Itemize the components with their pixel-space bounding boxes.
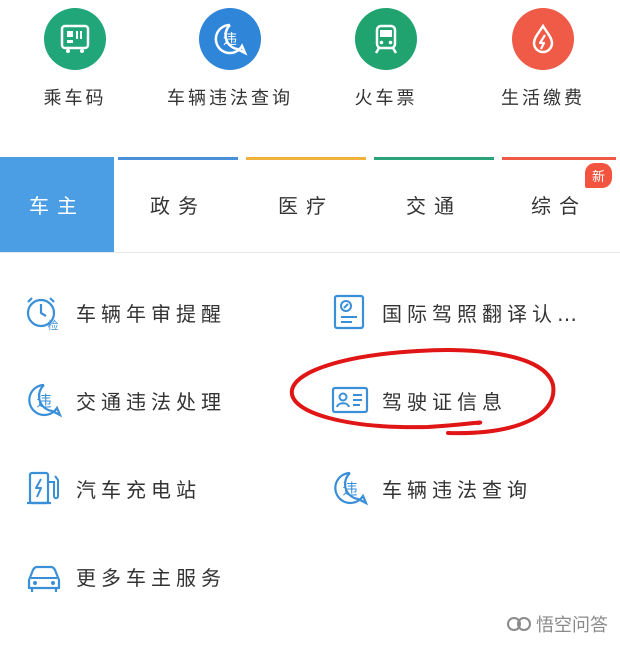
car-icon <box>27 565 61 592</box>
quick-action-bus-code[interactable]: 乘车码 <box>0 0 150 110</box>
service-violation-query[interactable]: 违 车辆违法查询 <box>330 460 532 516</box>
svg-text:违: 违 <box>223 32 237 48</box>
svg-text:违: 违 <box>342 480 357 498</box>
license-translation-icon <box>333 294 365 330</box>
service-label: 交通违法处理 <box>76 389 226 414</box>
service-label: 车辆年审提醒 <box>76 301 226 326</box>
violation-icon: 违 <box>199 8 261 70</box>
service-violation-handling[interactable]: 违 交通违法处理 <box>24 372 226 428</box>
tab-medical[interactable]: 医疗 <box>242 157 370 252</box>
new-badge: 新 <box>584 163 612 188</box>
service-charging-station[interactable]: 汽车充电站 <box>24 460 201 516</box>
charging-station-icon <box>27 471 59 505</box>
quick-action-label: 车辆违法查询 <box>167 88 293 109</box>
tab-label: 交通 <box>406 194 462 218</box>
tab-label: 医疗 <box>278 194 334 218</box>
tab-color-bar <box>246 157 366 160</box>
tab-color-bar <box>118 157 238 160</box>
watermark: 悟空问答 <box>506 611 608 637</box>
tab-color-bar <box>374 157 494 160</box>
service-label: 更多车主服务 <box>76 565 226 590</box>
service-driver-license-info[interactable]: 驾驶证信息 <box>330 372 507 428</box>
category-tabs: 车主 政务 医疗 交通 综合 新 <box>0 157 620 253</box>
violation-icon: 违 <box>334 471 369 506</box>
id-card-icon <box>331 386 369 414</box>
train-icon <box>355 8 417 70</box>
quick-action-label: 火车票 <box>354 88 418 109</box>
service-more-car-owner[interactable]: 更多车主服务 <box>24 548 226 604</box>
tab-label: 综合 <box>531 194 587 218</box>
tab-label: 车主 <box>29 194 85 218</box>
annual-inspection-icon: 检 <box>26 297 59 332</box>
quick-action-utility-payment[interactable]: 生活缴费 <box>468 0 618 110</box>
service-license-translation[interactable]: 国际驾照翻译认… <box>330 284 582 340</box>
service-annual-inspection[interactable]: 检 车辆年审提醒 <box>24 284 226 340</box>
quick-action-label: 生活缴费 <box>501 88 585 109</box>
tab-general[interactable]: 综合 新 <box>498 157 620 252</box>
service-label: 汽车充电站 <box>76 477 201 502</box>
svg-text:检: 检 <box>48 318 59 332</box>
tab-government[interactable]: 政务 <box>114 157 242 252</box>
tab-color-bar <box>502 157 616 160</box>
violation-icon: 违 <box>28 383 63 418</box>
tab-traffic[interactable]: 交通 <box>370 157 498 252</box>
service-label: 驾驶证信息 <box>382 389 507 414</box>
qr-bus-icon <box>44 8 106 70</box>
quick-action-label: 乘车码 <box>43 88 107 109</box>
quick-action-violation-query[interactable]: 违 车辆违法查询 <box>155 0 305 110</box>
utility-drop-icon <box>512 8 574 70</box>
service-label: 车辆违法查询 <box>382 477 532 502</box>
wukong-icon <box>507 617 531 631</box>
svg-text:违: 违 <box>36 392 51 410</box>
tab-car-owner[interactable]: 车主 <box>0 157 114 252</box>
tab-label: 政务 <box>150 194 206 218</box>
watermark-text: 悟空问答 <box>536 615 608 636</box>
quick-action-train-ticket[interactable]: 火车票 <box>311 0 461 110</box>
service-label: 国际驾照翻译认… <box>382 301 582 326</box>
quick-actions-row: 乘车码 违 车辆违法查询 火车票 生活缴费 <box>0 0 620 130</box>
